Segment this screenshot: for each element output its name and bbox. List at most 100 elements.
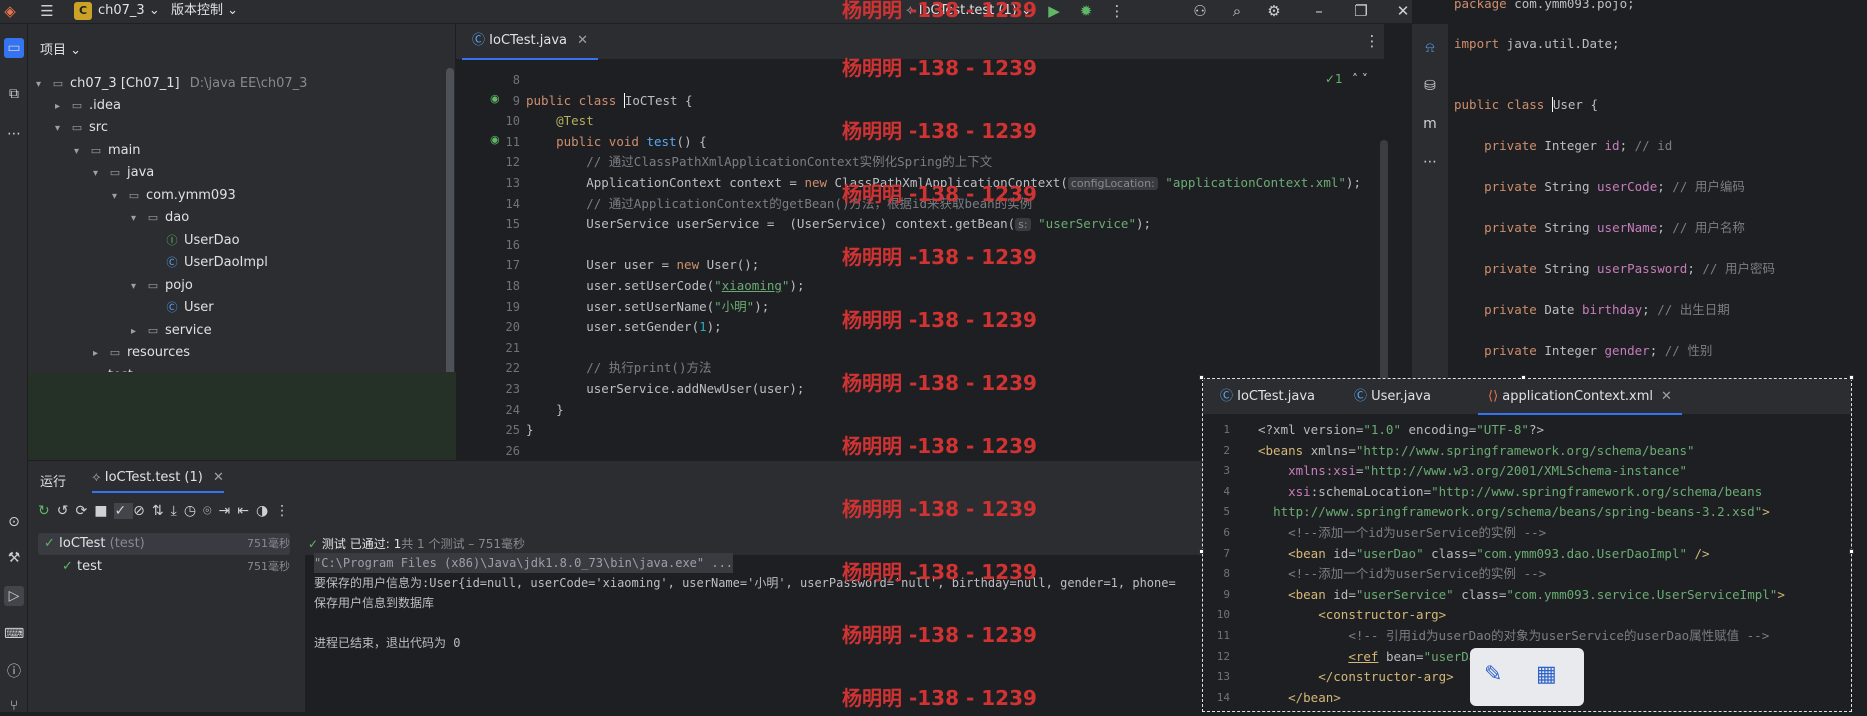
tree-arrow-icon[interactable]: ▸ (55, 96, 69, 118)
tree-item[interactable]: ▾ ▭ pojo (131, 275, 193, 297)
xml-line[interactable]: <?xml version="1.0" encoding="UTF-8"?> (1258, 420, 1544, 440)
maven-icon[interactable]: m (1420, 114, 1440, 134)
git-tool-icon[interactable]: ⑂ (4, 696, 24, 716)
code-line[interactable]: @Test (526, 111, 594, 131)
code-line[interactable]: public void test() { (526, 132, 707, 152)
code-line[interactable]: } (526, 420, 534, 440)
resize-handle[interactable] (1521, 375, 1526, 380)
code-line[interactable]: // 通过ClassPathXmlApplicationContext实例化Sp… (526, 152, 992, 172)
tree-arrow-icon[interactable]: ▸ (93, 343, 107, 365)
tree-item[interactable]: ▸ ▭ service (131, 320, 212, 342)
tree-arrow-icon[interactable]: ▾ (131, 208, 145, 230)
screenshot-icon[interactable]: ⌾ (203, 503, 218, 519)
toggle-auto-test-icon[interactable]: ⟳ (75, 503, 94, 519)
xml-line[interactable]: <!-- 引用id为userDao的对象为userService的userDao… (1258, 626, 1769, 646)
coverage-icon[interactable]: ◑ (256, 503, 275, 519)
tree-item[interactable]: Ⓒ User (150, 297, 214, 319)
code-line[interactable]: private String userCode; // 用户编码 (1454, 177, 1745, 197)
tree-arrow-icon[interactable]: ▾ (74, 141, 88, 163)
run-tool-icon[interactable]: ▷ (4, 586, 24, 606)
code-line[interactable]: public class IoCTest { (526, 91, 693, 111)
tree-item[interactable]: ▸ ▭ resources (93, 342, 190, 364)
code-line[interactable]: private Integer gender; // 性别 (1454, 341, 1712, 361)
vcs-menu[interactable]: 版本控制 ⌄ (171, 0, 238, 24)
resize-handle[interactable] (1849, 549, 1854, 554)
tree-item[interactable]: Ⓒ UserDaoImpl (150, 252, 268, 274)
code-line[interactable]: private Integer id; // id (1454, 136, 1672, 156)
terminal-tool-icon[interactable]: ⌨ (4, 624, 24, 644)
code-line[interactable]: private String userPassword; // 用户密码 (1454, 259, 1775, 279)
project-selector[interactable]: ch07_3 ⌄ (98, 0, 160, 24)
structure-tool-icon[interactable]: ⧉ (4, 84, 24, 104)
resize-handle[interactable] (1199, 375, 1204, 380)
tab-ioctest[interactable]: Ⓒ IoCTest.java ✕ (462, 24, 599, 60)
xml-line[interactable]: <!--添加一个id为userService的实例 --> (1258, 523, 1546, 543)
snip-mosaic-icon[interactable]: ▦ (1536, 662, 1557, 687)
tree-arrow-icon[interactable]: ▾ (112, 186, 126, 208)
tree-arrow-icon[interactable]: ▾ (131, 276, 145, 298)
code-line[interactable]: private String userName; // 用户名称 (1454, 218, 1745, 238)
tree-item[interactable]: ▾ ▭ dao (131, 207, 189, 229)
tree-item[interactable]: ▾ ▭ ch07_3 [Ch07_1] D:\java EE\ch07_3 (36, 73, 307, 95)
notifications-icon[interactable]: ⍾ (1420, 38, 1440, 58)
more-tools-icon[interactable]: ⋯ (1420, 152, 1440, 172)
tree-scrollbar[interactable] (446, 68, 454, 394)
code-line[interactable]: user.setGender(1); (526, 317, 721, 337)
snip-edit-icon[interactable]: ✎ (1484, 662, 1502, 687)
build-tool-icon[interactable]: ⚒ (4, 548, 24, 568)
xml-line[interactable]: <constructor-arg> (1258, 605, 1446, 625)
more-tools-icon[interactable]: ⋯ (4, 124, 24, 144)
code-line[interactable]: user.setUserCode("xiaoming"); (526, 276, 804, 296)
code-line[interactable]: ApplicationContext context = new ClassPa… (526, 173, 1361, 193)
xml-line[interactable]: <bean id="userService" class="com.ymm093… (1258, 585, 1785, 605)
inspection-status[interactable]: ✓1 (1325, 72, 1343, 86)
xml-line[interactable]: <ref bean="userDao" (1258, 647, 1491, 667)
xml-line[interactable]: xmlns:xsi="http://www.w3.org/2001/XMLSch… (1258, 461, 1687, 481)
run-icon[interactable]: ▶ (1043, 0, 1065, 22)
database-icon[interactable]: ⛁ (1420, 76, 1440, 96)
code-line[interactable]: UserService userService = (UserService) … (526, 214, 1151, 234)
rerun-failed-icon[interactable]: ↺ (57, 503, 76, 519)
tree-arrow-icon[interactable]: ▾ (93, 163, 107, 185)
xml-line[interactable]: http://www.springframework.org/schema/be… (1258, 502, 1770, 522)
tree-arrow-icon[interactable]: ▾ (55, 118, 69, 140)
close-tab-icon[interactable]: ✕ (213, 470, 224, 485)
project-panel-header[interactable]: 项目 ⌄ (40, 39, 81, 58)
problems-tool-icon[interactable]: ⓘ (4, 662, 24, 682)
code-line[interactable]: public class User { (1454, 95, 1598, 115)
run-config-selector[interactable]: ⟡ IoCTest.test (1) ⌄ (906, 0, 1032, 24)
code-line[interactable]: User user = new User(); (526, 255, 759, 275)
code-line[interactable]: package com.ymm093.pojo; (1454, 0, 1635, 14)
xml-line[interactable]: </bean> (1258, 688, 1341, 708)
code-line[interactable]: private Date birthday; // 出生日期 (1454, 300, 1730, 320)
history-icon[interactable]: ◷ (184, 503, 203, 519)
close-tab-icon[interactable]: ✕ (577, 33, 588, 48)
debug-icon[interactable]: ✹ (1075, 0, 1097, 22)
code-line[interactable]: user.setUserName("小明"); (526, 297, 769, 317)
code-line[interactable]: userService.addNewUser(user); (526, 379, 804, 399)
code-line[interactable]: // 执行print()方法 (526, 358, 711, 378)
run-tab[interactable]: ⟡ IoCTest.test (1) ✕ (92, 467, 224, 493)
code-line[interactable]: // 通过ApplicationContext的getBean()方法，根据id… (526, 194, 1032, 214)
resize-handle[interactable] (1199, 549, 1204, 554)
tree-item[interactable]: ▾ ▭ src (55, 117, 108, 139)
sort-icon[interactable]: ⇅ (152, 503, 171, 519)
tab-options-icon[interactable]: ⋮ (1364, 30, 1380, 52)
more-icon[interactable]: ⋮ (275, 503, 296, 519)
xml-line[interactable]: <beans xmlns="http://www.springframework… (1258, 441, 1695, 461)
rerun-icon[interactable]: ↻ (38, 503, 57, 519)
maximize-icon[interactable]: ❐ (1350, 0, 1372, 22)
export-icon[interactable]: ⇤ (237, 503, 256, 519)
tree-item[interactable]: ▾ ▭ com.ymm093 (112, 185, 236, 207)
code-line[interactable]: import java.util.Date; (1454, 34, 1620, 54)
minimize-icon[interactable]: – (1308, 0, 1330, 22)
import-icon[interactable]: ⇥ (218, 503, 237, 519)
code-line[interactable]: } (526, 400, 564, 420)
tree-item[interactable]: ▸ ▭ .idea (55, 95, 121, 117)
main-menu-icon[interactable]: ☰ (36, 0, 58, 22)
resize-handle[interactable] (1849, 375, 1854, 380)
tree-item[interactable]: Ⓘ UserDao (150, 230, 240, 252)
nav-up-down-icon[interactable]: ˄ ˅ (1352, 72, 1368, 86)
project-tool-icon[interactable]: ▭ (4, 38, 24, 58)
search-icon[interactable]: ⌕ (1226, 0, 1248, 22)
